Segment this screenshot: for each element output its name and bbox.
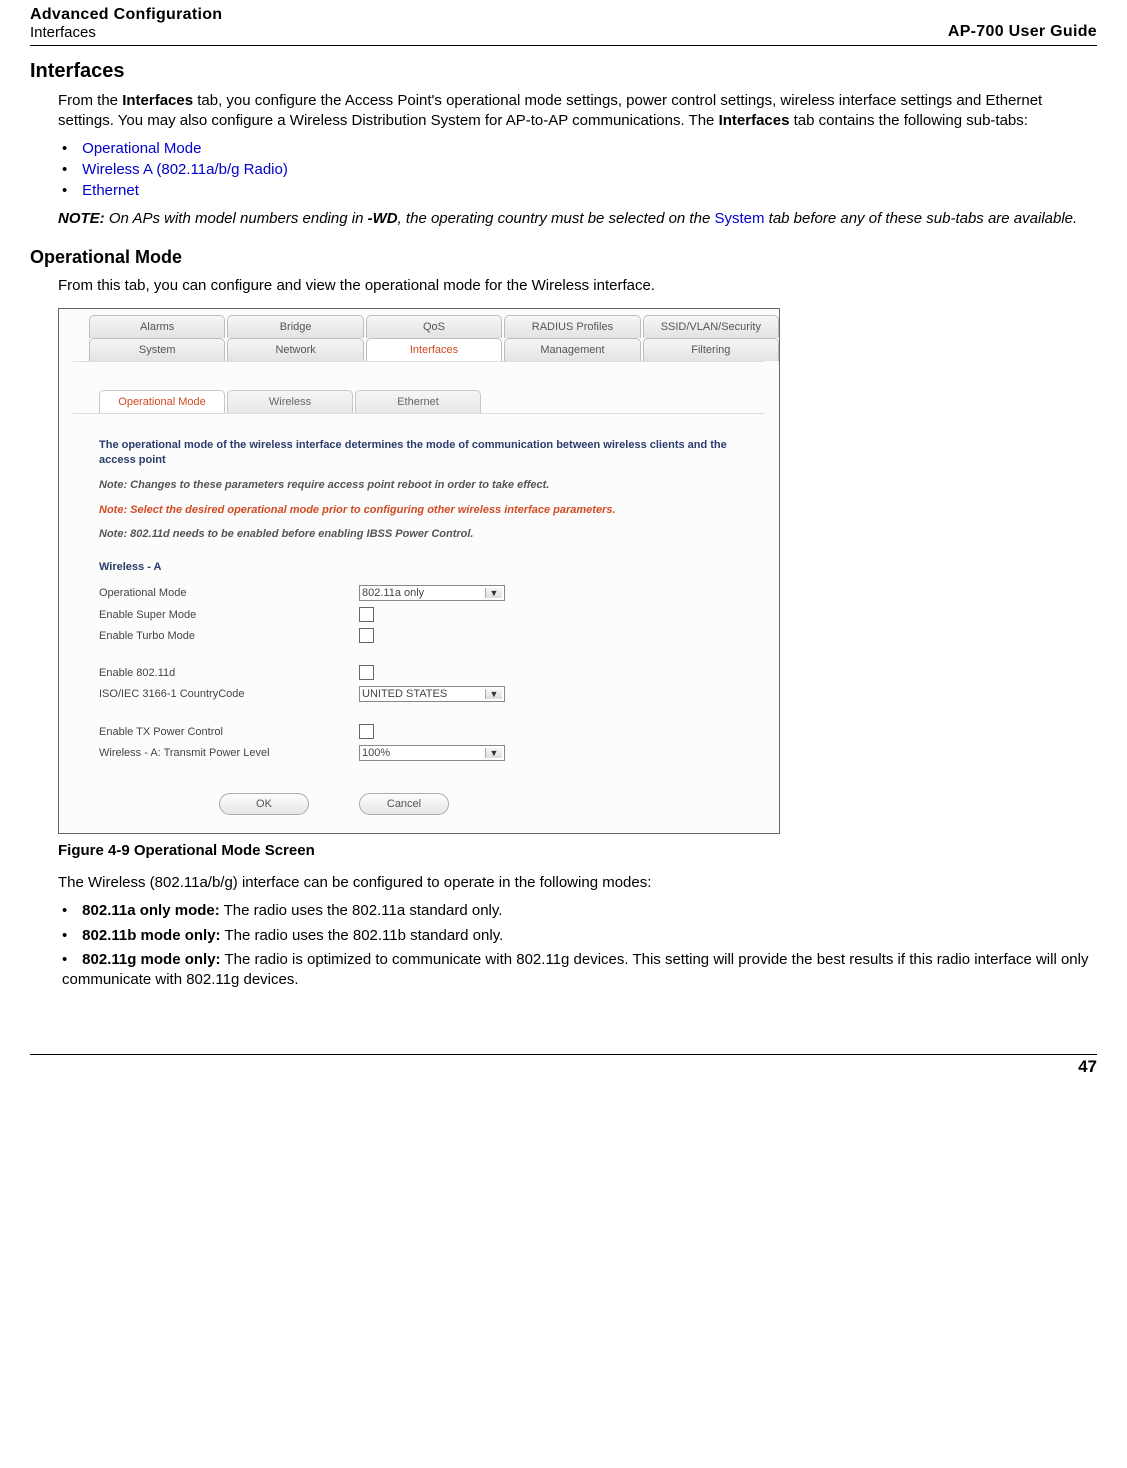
cancel-button[interactable]: Cancel <box>359 793 449 815</box>
row-tx-power-level: Wireless - A: Transmit Power Level 100% … <box>99 745 739 761</box>
intro-bold-interfaces-2: Interfaces <box>719 112 790 129</box>
link-wireless-a[interactable]: Wireless A (802.11a/b/g Radio) <box>82 161 288 178</box>
bullet-icon: • <box>62 926 78 946</box>
intro-text-c: tab contains the following sub-tabs: <box>789 112 1027 129</box>
select-tx-power-level[interactable]: 100% ▼ <box>359 745 505 761</box>
row-enable-super-mode: Enable Super Mode <box>99 607 739 622</box>
intro-text-a: From the <box>58 92 122 109</box>
tab-network[interactable]: Network <box>227 338 363 361</box>
checkbox-enable-turbo-mode[interactable] <box>359 628 374 643</box>
mode-80211b-only-text: The radio uses the 802.11b standard only… <box>221 927 504 944</box>
page-number: 47 <box>1078 1057 1097 1076</box>
label-country-code: ISO/IEC 3166-1 CountryCode <box>99 688 359 700</box>
header-chapter: Advanced Configuration <box>30 6 222 24</box>
panel-note-select-mode: Note: Select the desired operational mod… <box>99 503 739 518</box>
button-row: OK Cancel <box>99 767 739 815</box>
tab-system[interactable]: System <box>89 338 225 361</box>
note-block: NOTE: On APs with model numbers ending i… <box>58 209 1091 229</box>
figure-caption: Figure 4-9 Operational Mode Screen <box>58 842 1091 859</box>
tab-bridge[interactable]: Bridge <box>227 315 363 338</box>
list-item: • Ethernet <box>62 182 1091 199</box>
mode-80211a-only-label: 802.11a only mode: <box>82 902 220 919</box>
mode-80211a-only-text: The radio uses the 802.11a standard only… <box>220 902 503 919</box>
mode-80211g-only-label: 802.11g mode only: <box>82 951 220 968</box>
subtab-operational-mode[interactable]: Operational Mode <box>99 390 225 413</box>
sub-tab-row: Operational Mode Wireless Ethernet <box>59 372 779 413</box>
list-item: • 802.11g mode only: The radio is optimi… <box>62 950 1091 991</box>
modes-list: • 802.11a only mode: The radio uses the … <box>62 901 1091 990</box>
chevron-down-icon: ▼ <box>485 588 502 598</box>
tab-alarms[interactable]: Alarms <box>89 315 225 338</box>
tab-management[interactable]: Management <box>504 338 640 361</box>
checkbox-enable-80211d[interactable] <box>359 665 374 680</box>
label-enable-super-mode: Enable Super Mode <box>99 609 359 621</box>
post-figure-intro: The Wireless (802.11a/b/g) interface can… <box>58 873 1091 893</box>
chevron-down-icon: ▼ <box>485 748 502 758</box>
tab-interfaces[interactable]: Interfaces <box>366 338 502 361</box>
subtab-wireless[interactable]: Wireless <box>227 390 353 413</box>
subsection-title-operational-mode: Operational Mode <box>30 247 1097 268</box>
select-operational-mode[interactable]: 802.11a only ▼ <box>359 585 505 601</box>
link-operational-mode[interactable]: Operational Mode <box>82 140 201 157</box>
bullet-icon: • <box>62 950 78 970</box>
select-country-code[interactable]: UNITED STATES ▼ <box>359 686 505 702</box>
tab-qos[interactable]: QoS <box>366 315 502 338</box>
label-operational-mode: Operational Mode <box>99 587 359 599</box>
intro-paragraph: From the Interfaces tab, you configure t… <box>58 91 1091 132</box>
list-item: • 802.11a only mode: The radio uses the … <box>62 901 1091 921</box>
list-item: • Operational Mode <box>62 140 1091 157</box>
tab-ssid-vlan-security[interactable]: SSID/VLAN/Security <box>643 315 779 338</box>
label-enable-tx-power: Enable TX Power Control <box>99 726 359 738</box>
list-item: • Wireless A (802.11a/b/g Radio) <box>62 161 1091 178</box>
select-value: UNITED STATES <box>362 688 447 700</box>
screenshot-operational-mode: Alarms Bridge QoS RADIUS Profiles SSID/V… <box>58 308 780 834</box>
panel-note-reboot: Note: Changes to these parameters requir… <box>99 478 739 493</box>
subtab-link-list: • Operational Mode • Wireless A (802.11a… <box>62 140 1091 199</box>
subtab-ethernet[interactable]: Ethernet <box>355 390 481 413</box>
row-enable-80211d: Enable 802.11d <box>99 665 739 680</box>
link-ethernet[interactable]: Ethernet <box>82 182 139 199</box>
main-tab-row-2: System Network Interfaces Management Fil… <box>59 338 779 361</box>
bullet-icon: • <box>62 901 78 921</box>
operational-mode-panel: The operational mode of the wireless int… <box>73 413 765 833</box>
checkbox-enable-super-mode[interactable] <box>359 607 374 622</box>
bullet-icon: • <box>62 182 78 199</box>
checkbox-enable-tx-power[interactable] <box>359 724 374 739</box>
bullet-icon: • <box>62 140 78 157</box>
ok-button[interactable]: OK <box>219 793 309 815</box>
select-value: 802.11a only <box>362 587 424 599</box>
note-text-a: On APs with model numbers ending in <box>109 210 368 227</box>
label-enable-turbo-mode: Enable Turbo Mode <box>99 630 359 642</box>
header-left: Advanced Configuration Interfaces <box>30 6 222 41</box>
row-operational-mode: Operational Mode 802.11a only ▼ <box>99 585 739 601</box>
chevron-down-icon: ▼ <box>485 689 502 699</box>
section-title-interfaces: Interfaces <box>30 60 1097 83</box>
panel-note-80211d: Note: 802.11d needs to be enabled before… <box>99 527 739 542</box>
list-item: • 802.11b mode only: The radio uses the … <box>62 926 1091 946</box>
main-tab-row-1: Alarms Bridge QoS RADIUS Profiles SSID/V… <box>59 309 779 338</box>
label-enable-80211d: Enable 802.11d <box>99 667 359 679</box>
note-text-c: tab before any of these sub-tabs are ava… <box>764 210 1077 227</box>
link-system-tab[interactable]: System <box>714 210 764 227</box>
tab-radius-profiles[interactable]: RADIUS Profiles <box>504 315 640 338</box>
page-header: Advanced Configuration Interfaces AP-700… <box>30 6 1097 46</box>
bullet-icon: • <box>62 161 78 178</box>
mode-80211b-only-label: 802.11b mode only: <box>82 927 220 944</box>
row-enable-tx-power: Enable TX Power Control <box>99 724 739 739</box>
label-tx-power-level: Wireless - A: Transmit Power Level <box>99 747 359 759</box>
note-text-b: , the operating country must be selected… <box>398 210 715 227</box>
panel-section-wireless-a: Wireless - A <box>99 560 739 575</box>
page-footer: 47 <box>30 1054 1097 1077</box>
select-value: 100% <box>362 747 390 759</box>
tab-filtering[interactable]: Filtering <box>643 338 779 361</box>
row-enable-turbo-mode: Enable Turbo Mode <box>99 628 739 643</box>
header-guide-title: AP-700 User Guide <box>948 23 1097 41</box>
panel-description: The operational mode of the wireless int… <box>99 438 739 468</box>
intro-bold-interfaces-1: Interfaces <box>122 92 193 109</box>
note-wd: -WD <box>368 210 398 227</box>
header-section: Interfaces <box>30 24 222 41</box>
note-label: NOTE: <box>58 210 105 227</box>
row-country-code: ISO/IEC 3166-1 CountryCode UNITED STATES… <box>99 686 739 702</box>
subsection-intro: From this tab, you can configure and vie… <box>58 276 1091 296</box>
